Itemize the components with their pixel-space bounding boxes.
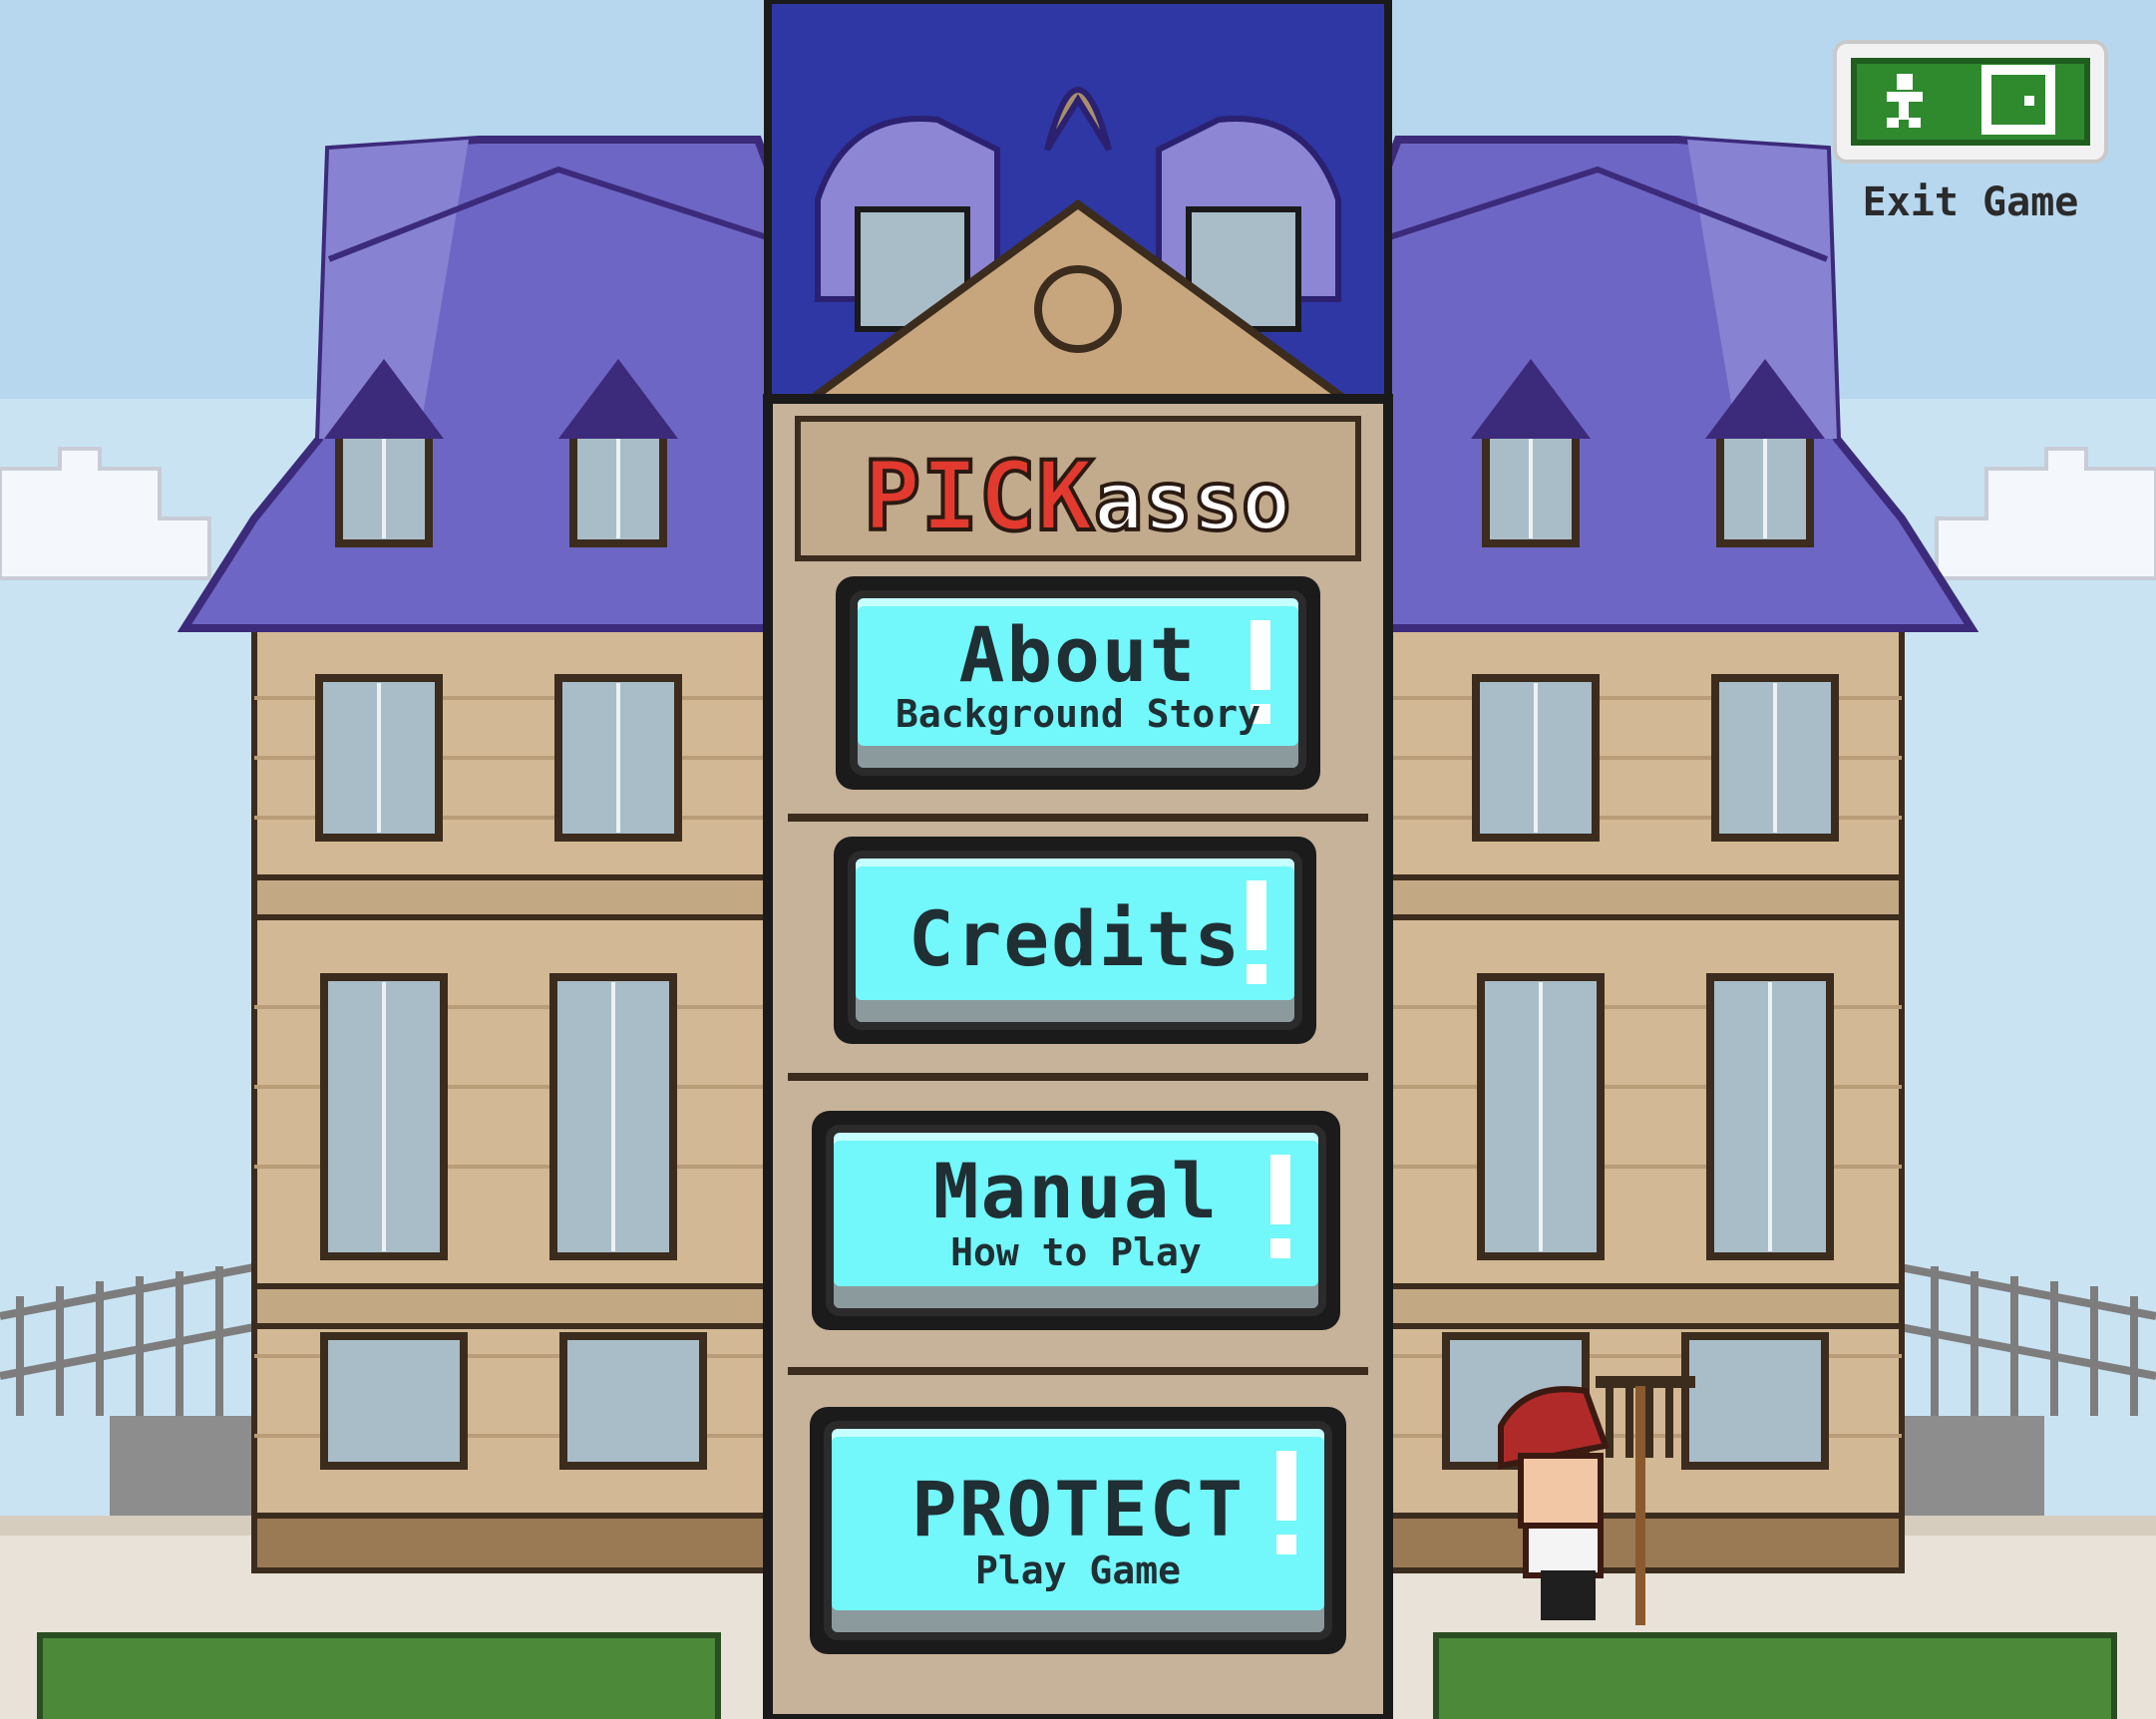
manual-button[interactable]: Manual How to Play	[812, 1111, 1340, 1330]
about-title: About	[958, 610, 1198, 699]
about-button[interactable]: About Background Story	[836, 576, 1320, 790]
logo-asso-text: asso	[1092, 453, 1292, 551]
exit-game-label: Exit Game	[1862, 179, 2079, 225]
manual-title: Manual	[932, 1147, 1220, 1235]
exit-sign[interactable]	[1833, 40, 2108, 164]
protect-title: PROTECT	[910, 1465, 1246, 1553]
exit-game-button[interactable]: Exit Game	[1833, 40, 2108, 229]
credits-title: Credits	[907, 894, 1243, 983]
exit-door-icon	[1887, 65, 2055, 135]
about-subtitle: Background Story	[895, 692, 1261, 736]
game-logo: PICKasso	[838, 445, 1316, 551]
protect-play-button[interactable]: PROTECT Play Game	[810, 1407, 1346, 1654]
manual-subtitle: How to Play	[950, 1230, 1202, 1274]
credits-button[interactable]: Credits	[834, 837, 1316, 1044]
protect-subtitle: Play Game	[975, 1548, 1181, 1592]
logo-pick-text: PICK	[862, 441, 1096, 552]
